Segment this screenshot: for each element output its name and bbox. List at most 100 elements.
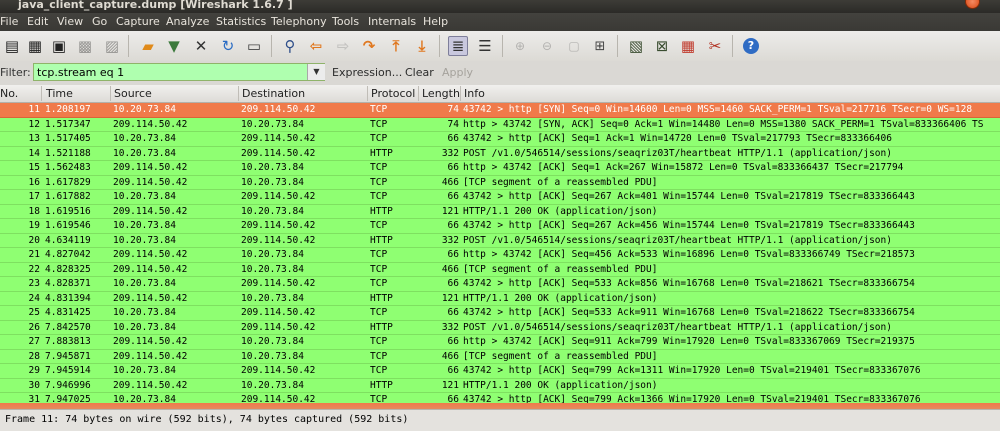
menu-go[interactable]: Go [92,15,107,28]
table-row[interactable]: 28 7.945871 209.114.50.42 10.20.73.84 TCP 466… [0,349,1000,364]
menu-internals[interactable]: Internals [368,15,416,28]
table-row[interactable]: 22 4.828325 209.114.50.42 10.20.73.84 TCP 466… [0,262,1000,277]
cell-no: 26 [28,321,40,333]
table-row[interactable]: 31 7.947025 10.20.73.84 209.114.50.42 TCP 66 4… [0,393,1000,403]
cell-proto: TCP [370,278,388,289]
menu-file[interactable]: File [0,15,18,28]
packet-list: No. Time Source Destination Protocol Len… [0,85,1000,403]
table-row[interactable]: 26 7.842570 10.20.73.84 209.114.50.42 HTTP 33… [0,320,1000,335]
go-last-icon[interactable]: ⤓ [412,36,432,56]
column-header-length[interactable]: Length [422,87,460,100]
cell-time: 1.619546 [45,220,91,231]
table-row[interactable]: 17 1.617882 10.20.73.84 209.114.50.42 TCP 66 4… [0,190,1000,205]
capture-options-icon[interactable]: ▦ [25,36,45,56]
resize-columns-icon[interactable]: ⊞ [590,36,610,56]
table-row[interactable]: 19 1.619546 10.20.73.84 209.114.50.42 TCP 66 4… [0,219,1000,234]
filter-dropdown-icon[interactable]: ▼ [307,64,325,80]
table-row[interactable]: 29 7.945914 10.20.73.84 209.114.50.42 TCP 66 4… [0,364,1000,379]
cell-info: 43742 > http [ACK] Seq=533 Ack=911 Win=1… [463,307,915,318]
column-header-time[interactable]: Time [46,87,73,100]
cell-no: 18 [28,205,40,217]
cell-no: 29 [28,365,40,376]
table-row[interactable]: 13 1.517405 10.20.73.84 209.114.50.42 TCP 66 4… [0,132,1000,147]
cell-proto: TCP [370,133,388,144]
preferences-icon[interactable]: ✂ [705,36,725,56]
column-separator[interactable] [41,86,42,101]
table-row[interactable]: 27 7.883813 209.114.50.42 10.20.73.84 TCP 66 h… [0,335,1000,350]
cell-src: 209.114.50.42 [113,336,188,347]
menu-capture[interactable]: Capture [116,15,160,28]
column-separator[interactable] [367,86,368,101]
cell-len: 121 [441,292,459,304]
menu-edit[interactable]: Edit [27,15,48,28]
cell-src: 10.20.73.84 [113,307,176,318]
cell-time: 7.945871 [45,350,91,362]
go-first-icon[interactable]: ⤒ [386,36,406,56]
open-file-icon[interactable]: ▰ [138,36,158,56]
forward-icon[interactable]: ⇨ [333,36,353,56]
menu-view[interactable]: View [57,15,83,28]
menu-help[interactable]: Help [423,15,448,28]
zoom-out-icon[interactable]: ⊖ [537,36,557,56]
table-row[interactable]: 12 1.517347 209.114.50.42 10.20.73.84 TCP 74 h… [0,117,1000,132]
display-filter-input[interactable] [33,63,325,81]
toolbar-separator [128,35,129,57]
find-icon[interactable]: ⚲ [280,36,300,56]
cell-src: 10.20.73.84 [113,394,176,403]
table-row[interactable]: 30 7.946996 209.114.50.42 10.20.73.84 HTTP 12… [0,378,1000,393]
apply-button[interactable]: Apply [442,66,473,79]
coloring-rules-icon[interactable]: ▦ [678,36,698,56]
window-close-icon[interactable] [965,0,980,9]
column-separator[interactable] [460,86,461,101]
capture-filters-icon[interactable]: ▧ [626,36,646,56]
colorize-icon[interactable]: ≣ [448,36,468,56]
table-row[interactable]: 16 1.617829 209.114.50.42 10.20.73.84 TCP 466… [0,175,1000,190]
menu-tools[interactable]: Tools [332,15,359,28]
table-row[interactable]: 14 1.521188 10.20.73.84 209.114.50.42 HTTP 33… [0,146,1000,161]
table-row[interactable]: 25 4.831425 10.20.73.84 209.114.50.42 TCP 66 4… [0,306,1000,321]
display-filters-icon[interactable]: ⊠ [652,36,672,56]
column-header-protocol[interactable]: Protocol [371,87,415,100]
menu-statistics[interactable]: Statistics [216,15,266,28]
normal-size-icon[interactable]: ▢ [564,36,584,56]
cell-no: 19 [28,220,40,231]
back-icon[interactable]: ⇦ [306,36,326,56]
cell-no: 11 [28,104,40,115]
print-icon[interactable]: ▭ [244,36,264,56]
reload-icon[interactable]: ↻ [218,36,238,56]
stop-capture-icon[interactable]: ▩ [75,36,95,56]
table-row[interactable]: 24 4.831394 209.114.50.42 10.20.73.84 HTTP 12… [0,291,1000,306]
table-row[interactable]: 11 1.208197 10.20.73.84 209.114.50.42 TCP 74 4… [0,103,1000,118]
save-file-icon[interactable]: ▼ [164,36,184,56]
table-row[interactable]: 20 4.634119 10.20.73.84 209.114.50.42 HTTP 33… [0,233,1000,248]
column-header-destination[interactable]: Destination [242,87,305,100]
table-row[interactable]: 23 4.828371 10.20.73.84 209.114.50.42 TCP 66 4… [0,277,1000,292]
close-file-icon[interactable]: ✕ [191,36,211,56]
zoom-in-icon[interactable]: ⊕ [510,36,530,56]
column-separator[interactable] [418,86,419,101]
goto-packet-icon[interactable]: ↷ [359,36,379,56]
column-separator[interactable] [238,86,239,101]
start-capture-icon[interactable]: ▣ [49,36,69,56]
cell-no: 15 [28,162,40,173]
cell-dst: 209.114.50.42 [241,234,316,246]
menu-telephony[interactable]: Telephony [271,15,327,28]
interface-list-icon[interactable]: ▤ [2,36,22,56]
column-header-info[interactable]: Info [464,87,485,100]
table-row[interactable]: 15 1.562483 209.114.50.42 10.20.73.84 TCP 66 h… [0,161,1000,176]
restart-capture-icon[interactable]: ▨ [102,36,122,56]
column-separator[interactable] [110,86,111,101]
expression-button[interactable]: Expression... [332,66,402,79]
column-header-no[interactable]: No. [0,87,18,100]
cell-src: 209.114.50.42 [113,176,188,188]
menu-analyze[interactable]: Analyze [166,15,209,28]
column-header-source[interactable]: Source [114,87,152,100]
table-row[interactable]: 18 1.619516 209.114.50.42 10.20.73.84 HTTP 12… [0,204,1000,219]
cell-no: 17 [28,191,40,202]
help-icon[interactable]: ? [741,36,761,56]
autoscroll-icon[interactable]: ☰ [475,36,495,56]
cell-info: POST /v1.0/546514/sessions/seaqriz03T/he… [463,234,892,246]
cell-len: 66 [447,307,459,318]
table-row[interactable]: 21 4.827042 209.114.50.42 10.20.73.84 TCP 66 h… [0,248,1000,263]
clear-button[interactable]: Clear [405,66,434,79]
